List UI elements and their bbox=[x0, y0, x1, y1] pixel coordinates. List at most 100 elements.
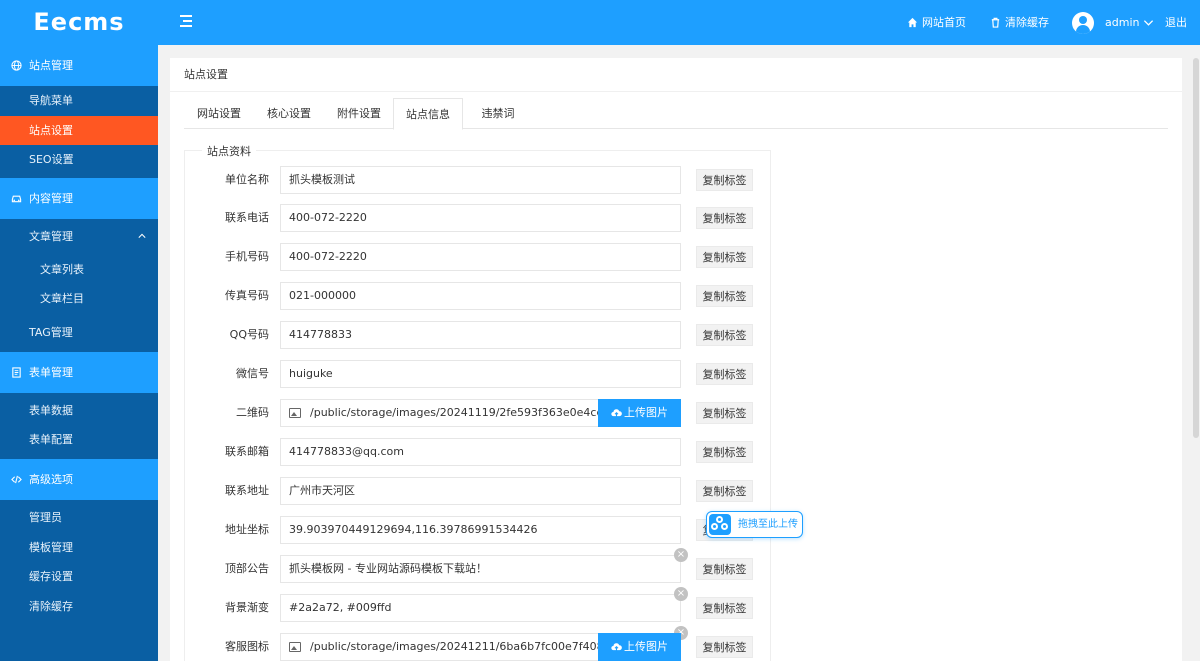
copy-tag-button[interactable]: 复制标签 bbox=[696, 285, 753, 307]
section-legend: 站点资料 bbox=[202, 143, 256, 159]
tab-banned-words[interactable]: 违禁词 bbox=[463, 98, 533, 129]
tab-attachment-settings[interactable]: 附件设置 bbox=[324, 98, 394, 129]
home-link[interactable]: 网站首页 bbox=[907, 0, 966, 45]
drag-upload-widget[interactable]: 拖拽至此上传 bbox=[706, 511, 803, 538]
sidebar-item-clear-cache[interactable]: 清除缓存 bbox=[0, 591, 158, 621]
upload-label: 上传图片 bbox=[624, 640, 668, 653]
copy-tag-button[interactable]: 复制标签 bbox=[696, 441, 753, 463]
sidebar-group-content[interactable]: 内容管理 bbox=[0, 177, 158, 219]
cloud-upload-icon bbox=[611, 643, 622, 651]
copy-tag-button[interactable]: 复制标签 bbox=[696, 169, 753, 191]
field-label: 二维码 bbox=[236, 406, 269, 419]
field-label: QQ号码 bbox=[229, 328, 269, 341]
field-label: 联系电话 bbox=[225, 211, 269, 224]
copy-tag-button[interactable]: 复制标签 bbox=[696, 402, 753, 424]
top-header: Eecms 网站首页 清除缓存 admin 退出 bbox=[0, 0, 1200, 45]
field-label: 背景渐变 bbox=[225, 601, 269, 614]
copy-tag-button[interactable]: 复制标签 bbox=[696, 480, 753, 502]
sidebar-item-nav-menu[interactable]: 导航菜单 bbox=[0, 86, 158, 116]
sidebar-item-article-list[interactable]: 文章列表 bbox=[0, 254, 158, 284]
image-icon bbox=[289, 642, 301, 652]
sidebar-group-site[interactable]: 站点管理 bbox=[0, 45, 158, 86]
menu-toggle-icon[interactable] bbox=[180, 15, 192, 29]
field-row-qq: QQ号码 414778833 复制标签 bbox=[184, 321, 764, 349]
field-row-announcement: 顶部公告 抓头模板网 - 专业网站源码模板下载站！ × 复制标签 bbox=[184, 548, 764, 583]
sidebar-group-label: 站点管理 bbox=[29, 59, 73, 72]
sidebar-item-form-config[interactable]: 表单配置 bbox=[0, 425, 158, 459]
copy-tag-button[interactable]: 复制标签 bbox=[696, 324, 753, 346]
chevron-up-icon bbox=[138, 233, 146, 238]
sidebar-group-forms[interactable]: 表单管理 bbox=[0, 351, 158, 393]
copy-tag-button[interactable]: 复制标签 bbox=[696, 558, 753, 580]
field-row-coordinates: 地址坐标 39.903970449129694,116.397869915344… bbox=[184, 516, 764, 544]
field-label: 客服图标 bbox=[225, 640, 269, 653]
logout-link[interactable]: 退出 bbox=[1165, 0, 1187, 45]
wechat-input[interactable]: huiguke bbox=[280, 360, 681, 388]
sidebar-item-templates[interactable]: 模板管理 bbox=[0, 532, 158, 562]
field-label: 联系地址 bbox=[225, 484, 269, 497]
phone-input[interactable]: 400-072-2220 bbox=[280, 204, 681, 232]
address-input[interactable]: 广州市天河区 bbox=[280, 477, 681, 505]
sidebar-item-seo[interactable]: SEO设置 bbox=[0, 145, 158, 175]
trash-icon bbox=[991, 17, 1000, 28]
sidebar-group-advanced[interactable]: 高级选项 bbox=[0, 459, 158, 500]
page-scrollbar[interactable] bbox=[1192, 56, 1200, 661]
upload-label: 上传图片 bbox=[624, 406, 668, 419]
sidebar-item-cache-settings[interactable]: 缓存设置 bbox=[0, 562, 158, 592]
mobile-input[interactable]: 400-072-2220 bbox=[280, 243, 681, 271]
sidebar-item-tag[interactable]: TAG管理 bbox=[0, 313, 158, 352]
sidebar-item-articles[interactable]: 文章管理 bbox=[0, 218, 158, 255]
cloud-upload-icon bbox=[611, 409, 622, 417]
sidebar-item-site-settings[interactable]: 站点设置 bbox=[0, 115, 158, 145]
copy-tag-button[interactable]: 复制标签 bbox=[696, 363, 753, 385]
sidebar-item-form-data[interactable]: 表单数据 bbox=[0, 395, 158, 425]
sidebar: 站点管理 导航菜单 站点设置 SEO设置 内容管理 文章管理 文章列表 文章栏目… bbox=[0, 45, 158, 661]
tab-site-info[interactable]: 站点信息 bbox=[393, 98, 463, 130]
form-icon bbox=[12, 366, 21, 378]
tab-website-settings[interactable]: 网站设置 bbox=[184, 98, 254, 129]
tab-core-settings[interactable]: 核心设置 bbox=[254, 98, 324, 129]
gradient-input[interactable]: #2a2a72, #009ffd bbox=[280, 594, 681, 622]
card-title: 站点设置 bbox=[170, 58, 1182, 92]
field-row-fax: 传真号码 021-000000 复制标签 bbox=[184, 282, 764, 310]
copy-tag-button[interactable]: 复制标签 bbox=[696, 207, 753, 229]
field-label: 单位名称 bbox=[225, 173, 269, 186]
avatar[interactable] bbox=[1072, 12, 1094, 34]
code-icon bbox=[11, 475, 22, 484]
clear-input-icon[interactable]: × bbox=[674, 548, 688, 562]
user-menu[interactable]: admin bbox=[1105, 0, 1154, 45]
clear-cache-link[interactable]: 清除缓存 bbox=[990, 0, 1049, 45]
upload-image-button[interactable]: 上传图片 bbox=[598, 399, 681, 427]
copy-tag-button[interactable]: 复制标签 bbox=[696, 597, 753, 619]
sidebar-item-admins[interactable]: 管理员 bbox=[0, 503, 158, 533]
image-icon bbox=[289, 408, 301, 418]
field-row-email: 联系邮箱 414778833@qq.com 复制标签 bbox=[184, 438, 764, 466]
email-input[interactable]: 414778833@qq.com bbox=[280, 438, 681, 466]
sidebar-item-label: 文章管理 bbox=[29, 229, 73, 243]
scrollbar-thumb[interactable] bbox=[1193, 58, 1199, 438]
copy-tag-button[interactable]: 复制标签 bbox=[696, 246, 753, 268]
field-label: 微信号 bbox=[236, 367, 269, 380]
field-row-qrcode: 二维码 /public/storage/images/20241119/2fe5… bbox=[184, 399, 764, 427]
sidebar-group-label: 内容管理 bbox=[29, 191, 73, 205]
announcement-input[interactable]: 抓头模板网 - 专业网站源码模板下载站！ bbox=[280, 555, 681, 583]
sidebar-item-article-category[interactable]: 文章栏目 bbox=[0, 284, 158, 314]
field-row-company: 单位名称 抓头模板测试 复制标签 bbox=[184, 166, 764, 194]
coordinates-input[interactable]: 39.903970449129694,116.39786991534426 bbox=[280, 516, 681, 544]
field-label: 联系邮箱 bbox=[225, 445, 269, 458]
logo[interactable]: Eecms bbox=[0, 0, 158, 45]
field-row-service-icon: 客服图标 /public/storage/images/20241211/6ba… bbox=[184, 626, 764, 661]
logout-label: 退出 bbox=[1165, 16, 1187, 29]
home-icon bbox=[907, 17, 918, 28]
qq-input[interactable]: 414778833 bbox=[280, 321, 681, 349]
car-icon bbox=[11, 195, 22, 202]
copy-tag-button[interactable]: 复制标签 bbox=[696, 636, 753, 658]
clear-input-icon[interactable]: × bbox=[674, 587, 688, 601]
chevron-down-icon bbox=[1144, 20, 1154, 26]
upload-image-button[interactable]: 上传图片 bbox=[598, 633, 681, 661]
fax-input[interactable]: 021-000000 bbox=[280, 282, 681, 310]
company-name-input[interactable]: 抓头模板测试 bbox=[280, 166, 681, 194]
tab-bar: 网站设置 核心设置 附件设置 站点信息 违禁词 bbox=[184, 98, 1168, 130]
field-row-address: 联系地址 广州市天河区 复制标签 bbox=[184, 477, 764, 505]
field-row-gradient: 背景渐变 #2a2a72, #009ffd × 复制标签 bbox=[184, 587, 764, 622]
